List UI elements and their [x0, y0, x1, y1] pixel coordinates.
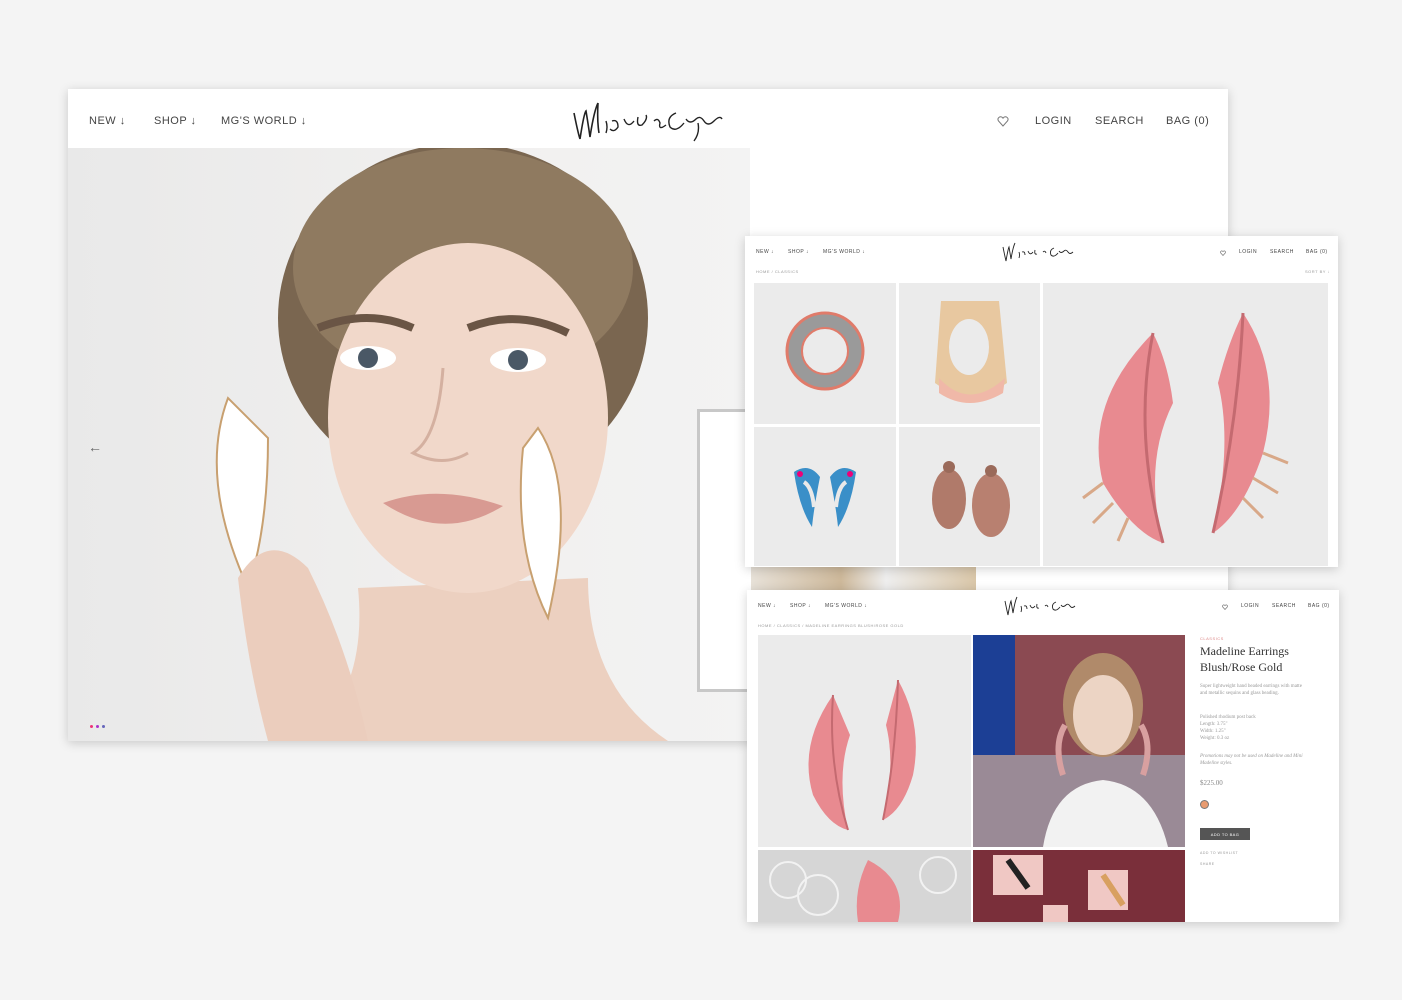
product-image-flatlay[interactable] [973, 850, 1185, 922]
listing-window: NEW ↓ SHOP ↓ MG'S WORLD ↓ LOGIN SEARCH B… [745, 236, 1338, 567]
brand-logo[interactable] [1000, 239, 1084, 265]
brand-logo[interactable] [1002, 593, 1086, 619]
login-link[interactable]: LOGIN [1035, 115, 1072, 127]
nav-new[interactable]: NEW ↓ [756, 249, 774, 255]
add-to-bag-button[interactable]: ADD TO BAG [1200, 828, 1250, 840]
add-to-wishlist-link[interactable]: ADD TO WISHLIST [1200, 851, 1238, 855]
color-swatch[interactable] [1200, 800, 1209, 809]
heart-icon[interactable] [1220, 250, 1226, 256]
product-image-main[interactable] [758, 635, 971, 847]
nav-new[interactable]: NEW ↓ [758, 603, 776, 609]
product-tile-bird-earrings[interactable] [754, 427, 896, 566]
share-link[interactable]: SHARE [1200, 862, 1215, 866]
product-image-model[interactable] [973, 635, 1185, 847]
nav-mgs-world[interactable]: MG'S WORLD ↓ [221, 115, 307, 127]
product-price: $225.00 [1200, 779, 1223, 787]
slide-dot-2[interactable] [96, 725, 99, 728]
product-window: NEW ↓ SHOP ↓ MG'S WORLD ↓ LOGIN SEARCH B… [747, 590, 1339, 922]
nav-shop[interactable]: SHOP ↓ [790, 603, 811, 609]
product-tile-fringe-necklace[interactable] [899, 283, 1040, 424]
heart-icon[interactable] [1222, 604, 1228, 610]
promo-note: Promotions may not be used on Madeline a… [1200, 754, 1303, 766]
nav-mgs-world[interactable]: MG'S WORLD ↓ [825, 603, 867, 609]
detail-width: Width: 1.25" [1200, 729, 1226, 734]
prev-arrow-icon[interactable]: ← [88, 439, 102, 455]
brand-logo[interactable] [568, 93, 738, 149]
product-description: Super lightweight hand beaded earrings w… [1200, 684, 1302, 696]
product-title-line1: Madeline Earrings [1200, 644, 1289, 658]
nav-shop[interactable]: SHOP ↓ [154, 115, 197, 127]
product-tile-necklace[interactable] [754, 283, 896, 424]
nav-mgs-world[interactable]: MG'S WORLD ↓ [823, 249, 865, 255]
model-portrait [215, 148, 668, 741]
breadcrumb[interactable]: HOME / CLASSICS / MADELINE EARRINGS BLUS… [758, 623, 904, 628]
slide-dots [90, 725, 120, 729]
hero-image [68, 148, 750, 741]
breadcrumb[interactable]: HOME / CLASSICS [756, 269, 799, 274]
product-tile-beaded-earrings[interactable] [899, 427, 1040, 566]
nav-shop[interactable]: SHOP ↓ [788, 249, 809, 255]
detail-post: Polished rhodium post back [1200, 715, 1256, 720]
search-link[interactable]: SEARCH [1272, 603, 1296, 609]
login-link[interactable]: LOGIN [1241, 603, 1259, 609]
slide-dot-1[interactable] [90, 725, 93, 728]
search-link[interactable]: SEARCH [1095, 115, 1144, 127]
login-link[interactable]: LOGIN [1239, 249, 1257, 255]
search-link[interactable]: SEARCH [1270, 249, 1294, 255]
product-tile-madeline-earrings[interactable] [1043, 283, 1328, 566]
slide-dot-3[interactable] [102, 725, 105, 728]
detail-length: Length: 3.75" [1200, 722, 1228, 727]
heart-icon[interactable] [997, 115, 1009, 127]
bag-link[interactable]: BAG (0) [1308, 603, 1330, 609]
bag-link[interactable]: BAG (0) [1166, 115, 1209, 127]
product-category[interactable]: CLASSICS [1200, 636, 1224, 641]
sort-by[interactable]: SORT BY ↓ [1305, 269, 1330, 274]
side-image-strip [751, 567, 976, 591]
nav-new[interactable]: NEW ↓ [89, 115, 126, 127]
product-title-line2: Blush/Rose Gold [1200, 660, 1283, 674]
product-image-detail[interactable] [758, 850, 971, 922]
bag-link[interactable]: BAG (0) [1306, 249, 1328, 255]
detail-weight: Weight: 0.3 oz [1200, 736, 1230, 741]
